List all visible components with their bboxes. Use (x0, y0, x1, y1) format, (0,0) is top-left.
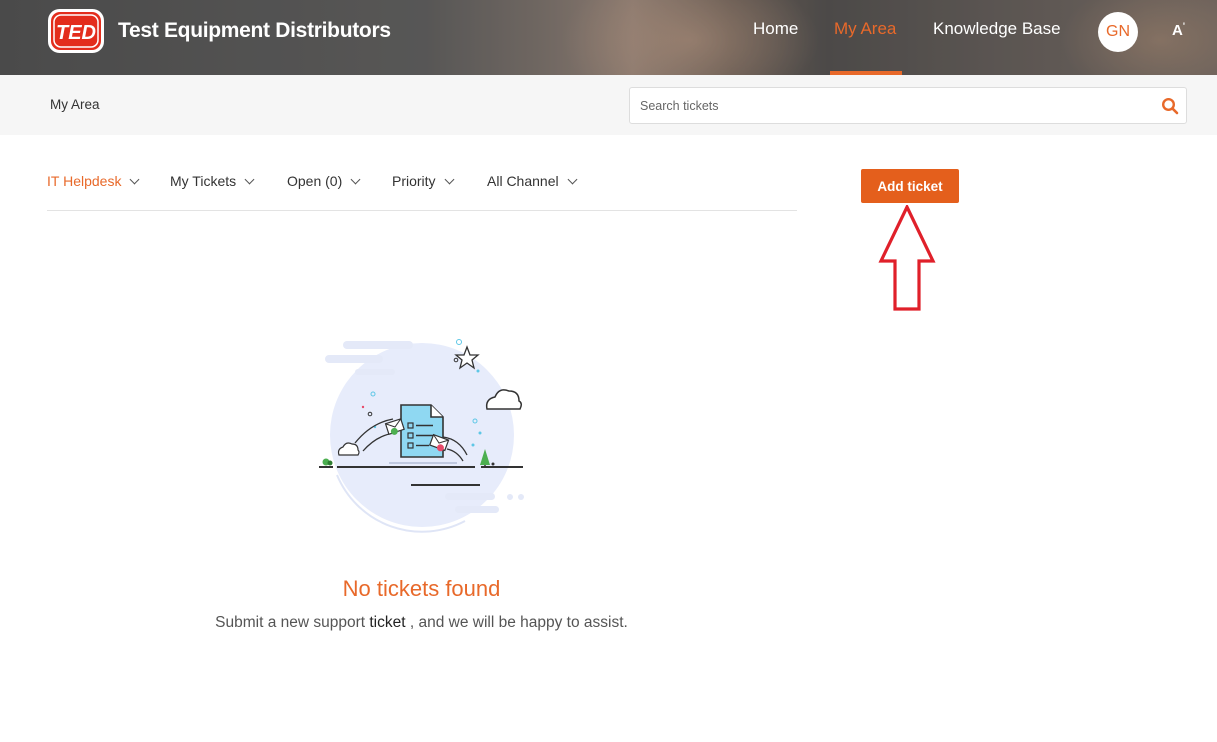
search-input[interactable] (640, 96, 1140, 116)
nav-knowledge-base[interactable]: Knowledge Base (933, 19, 1061, 39)
chevron-down-icon (350, 174, 361, 185)
brand-logo-text: TED (56, 22, 96, 44)
empty-tickets-illustration (319, 339, 524, 533)
filter-department-dropdown[interactable]: IT Helpdesk (47, 173, 140, 189)
accessibility-icon[interactable]: A' (1172, 21, 1185, 39)
annotation-arrow-up-icon (878, 205, 936, 311)
empty-state-message: Submit a new support ticket , and we wil… (0, 614, 843, 632)
breadcrumb: My Area (50, 97, 100, 112)
search-box[interactable] (629, 87, 1187, 124)
empty-state-title: No tickets found (342, 576, 501, 601)
search-icon[interactable] (1161, 97, 1179, 115)
brand-name[interactable]: Test Equipment Distributors (118, 19, 391, 43)
filter-view-label: My Tickets (170, 173, 237, 189)
accessibility-label: A (1172, 22, 1183, 39)
sub-header-bar: My Area (0, 75, 1217, 135)
filter-channel-dropdown[interactable]: All Channel (487, 173, 578, 189)
filter-status-dropdown[interactable]: Open (0) (287, 173, 361, 189)
filter-priority-dropdown[interactable]: Priority (392, 173, 455, 189)
add-ticket-button[interactable]: Add ticket (861, 169, 959, 203)
chevron-down-icon (567, 174, 578, 185)
chevron-down-icon (130, 174, 140, 185)
filter-channel-label: All Channel (487, 173, 559, 189)
filter-status-label: Open (0) (287, 173, 343, 189)
user-avatar[interactable]: GN (1098, 12, 1138, 52)
nav-home[interactable]: Home (753, 19, 798, 39)
ted-logo-icon[interactable]: TED (47, 8, 105, 54)
filter-priority-label: Priority (392, 173, 436, 189)
filters-divider (47, 210, 797, 211)
filter-view-dropdown[interactable]: My Tickets (170, 173, 255, 189)
chevron-down-icon (444, 174, 455, 185)
empty-state-message-suffix: , and we will be happy to assist. (405, 614, 628, 631)
chevron-down-icon (244, 174, 255, 185)
top-header: TED Test Equipment Distributors Home My … (0, 0, 1217, 75)
empty-state-message-prefix: Submit a new support (215, 614, 370, 631)
nav-my-area[interactable]: My Area (834, 19, 896, 39)
filter-department-label: IT Helpdesk (47, 173, 122, 189)
new-ticket-link[interactable]: ticket (369, 614, 405, 631)
